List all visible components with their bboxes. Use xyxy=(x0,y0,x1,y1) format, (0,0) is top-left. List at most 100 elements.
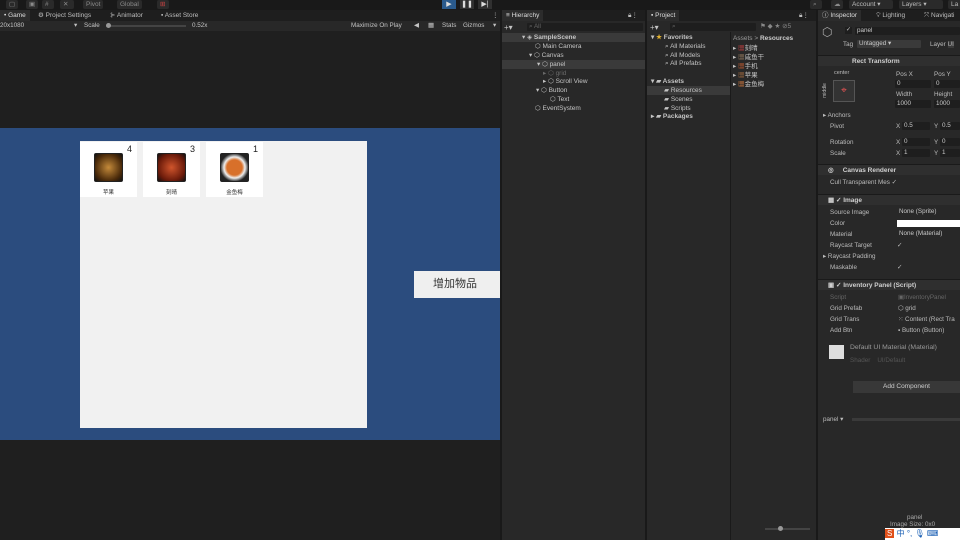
asset-file[interactable]: ▸ ▦刻晴 xyxy=(733,44,758,53)
tab-navigation[interactable]: ⤧ Navigati xyxy=(920,10,959,21)
hierarchy-item-text[interactable]: ⬡ Text xyxy=(550,95,569,104)
layers-dropdown[interactable]: Layers ▾ xyxy=(899,0,943,9)
hierarchy-item-eventsystem[interactable]: ⬡ EventSystem xyxy=(535,104,581,113)
asset-file[interactable]: ▸ ▦金鱼梅 xyxy=(733,80,764,89)
add-object-button[interactable]: +▾ xyxy=(504,23,513,32)
ime-mode[interactable]: 中 xyxy=(897,529,905,538)
project-search[interactable]: ⌕ xyxy=(670,23,756,31)
material-field[interactable]: None (Material) xyxy=(897,230,960,238)
pause-button[interactable]: ❚❚ xyxy=(460,0,474,9)
slider-handle[interactable] xyxy=(778,526,783,531)
tab-lighting[interactable]: 💡︎ Lighting xyxy=(872,10,909,21)
asset-file[interactable]: ▸ ▦苹果 xyxy=(733,71,758,80)
assets-folder[interactable]: ▾ ▰ Assets xyxy=(651,77,684,86)
hierarchy-search[interactable]: ⌕ All xyxy=(527,23,643,31)
lock-icon[interactable]: 🔒︎⋮ xyxy=(624,10,642,21)
preview-dropdown[interactable]: panel ▾ xyxy=(823,415,843,424)
inventory-slot[interactable]: 3 刻晴 xyxy=(143,142,200,197)
favorites-folder[interactable]: ▾ ★ Favorites xyxy=(651,33,693,42)
layer-dropdown[interactable]: UI xyxy=(947,41,954,48)
scale-slider-handle[interactable] xyxy=(106,23,111,28)
hierarchy-item-button[interactable]: ▾ ⬡ Button xyxy=(536,86,567,95)
breadcrumb-assets[interactable]: Assets xyxy=(733,35,753,42)
raycast-target-checkbox[interactable]: ✓ xyxy=(897,241,902,250)
add-component-button[interactable]: Add Component xyxy=(853,381,960,393)
chevron-down-icon[interactable]: ▾ xyxy=(493,21,496,31)
scale-x-field[interactable]: 1 xyxy=(902,149,930,157)
punctuation-icon[interactable]: °, xyxy=(907,529,912,538)
cull-transparent-toggle[interactable]: Cull Transparent Mes ✓ xyxy=(830,178,897,187)
hierarchy-item-canvas[interactable]: ▾ ⬡ Canvas xyxy=(529,51,564,60)
breadcrumb-resources[interactable]: Resources xyxy=(760,35,793,42)
resolution-dropdown[interactable]: 20x1080 xyxy=(0,21,24,31)
snap-icon[interactable]: ⊞ xyxy=(157,0,169,9)
lock-icon[interactable]: 🔒︎⋮ xyxy=(795,10,813,21)
active-checkbox[interactable]: ✓ xyxy=(845,27,852,34)
shader-dropdown[interactable]: UI/Default xyxy=(877,357,905,364)
source-image-field[interactable]: None (Sprite) xyxy=(897,208,960,216)
ime-toolbar[interactable]: S 中 °, 🎙︎ ⌨ xyxy=(885,528,960,540)
hierarchy-item-main-camera[interactable]: ⬡ Main Camera xyxy=(535,42,582,51)
gizmos-button[interactable]: Gizmos xyxy=(463,21,484,31)
mute-icon[interactable]: ◀ xyxy=(414,21,419,31)
asset-file[interactable]: ▸ ▦咸鱼干 xyxy=(733,53,764,62)
microphone-icon[interactable]: 🎙︎ xyxy=(914,529,924,538)
favorite-all-prefabs[interactable]: ⌕ All Prefabs xyxy=(665,59,702,68)
posy-field[interactable]: 0 xyxy=(934,80,960,88)
stats-button[interactable]: Stats xyxy=(442,21,456,31)
add-item-button[interactable]: 增加物品 xyxy=(414,271,500,298)
packages-folder[interactable]: ▸ ▰ Packages xyxy=(651,112,693,121)
display-icon[interactable]: ▦ xyxy=(428,21,434,31)
inventory-slot[interactable]: 1 金鱼梅 xyxy=(206,142,263,197)
scale-y-field[interactable]: 1 xyxy=(940,149,960,157)
grid-prefab-field[interactable]: ⬡ grid xyxy=(898,304,916,313)
image-header[interactable]: ▦ ✓ Image xyxy=(818,194,960,205)
favorite-all-materials[interactable]: ⌕ All Materials xyxy=(665,42,706,51)
tab-hierarchy[interactable]: ≡ Hierarchy xyxy=(502,10,544,21)
grid-tool-icon[interactable]: # xyxy=(42,0,54,9)
maximize-on-play-toggle[interactable]: Maximize On Play xyxy=(351,21,402,31)
search-icon[interactable]: ⌕ xyxy=(810,0,822,9)
play-button[interactable]: ▶ xyxy=(442,0,456,9)
rotation-x-field[interactable]: 0 xyxy=(902,138,930,146)
folder-resources[interactable]: ▰ Resources xyxy=(647,86,730,95)
account-dropdown[interactable]: Account ▾ xyxy=(849,0,893,9)
global-button[interactable]: Global xyxy=(117,0,142,9)
tab-asset-store[interactable]: ▪ Asset Store xyxy=(157,10,202,21)
hierarchy-item-panel[interactable]: ▾ ⬡ panel xyxy=(502,60,645,69)
pivot-button[interactable]: Pivot xyxy=(83,0,104,9)
transform-tool-icon[interactable]: ▣ xyxy=(26,0,38,9)
pivot-x-field[interactable]: 0.5 xyxy=(902,122,930,130)
posx-field[interactable]: 0 xyxy=(895,80,931,88)
step-button[interactable]: ▶| xyxy=(478,0,492,9)
grid-trans-field[interactable]: ⁙ Content (Rect Tra xyxy=(898,315,955,324)
rect-transform-header[interactable]: Rect Transform xyxy=(818,55,960,66)
tab-inspector[interactable]: ⓘ Inspector xyxy=(818,10,862,21)
hierarchy-item-scroll-view[interactable]: ▸ ⬡ Scroll View xyxy=(543,77,588,86)
maskable-checkbox[interactable]: ✓ xyxy=(897,263,902,272)
tab-project-settings[interactable]: ⚙ Project Settings xyxy=(34,10,95,21)
pivot-y-field[interactable]: 0.5 xyxy=(940,122,960,130)
folder-scenes[interactable]: ▰ Scenes xyxy=(664,95,693,104)
raycast-padding-foldout[interactable]: ▸ Raycast Padding xyxy=(823,252,876,261)
canvas-renderer-header[interactable]: ◎ Canvas Renderer xyxy=(818,164,960,175)
rect-tool-icon[interactable]: ▢ xyxy=(6,0,18,9)
inventory-slot[interactable]: 4 苹果 xyxy=(80,142,137,197)
tab-animator[interactable]: ⊱ Animator xyxy=(106,10,147,21)
asset-file[interactable]: ▸ ▦手机 xyxy=(733,62,758,71)
anchor-presets-button[interactable]: ⌖ xyxy=(833,80,855,102)
preview-splitter[interactable] xyxy=(852,418,960,421)
color-swatch[interactable] xyxy=(897,220,960,227)
object-name-field[interactable]: panel xyxy=(855,27,960,35)
scale-slider[interactable] xyxy=(106,23,186,28)
rotation-y-field[interactable]: 0 xyxy=(940,138,960,146)
width-field[interactable]: 1000 xyxy=(895,100,931,108)
project-filter-icons[interactable]: ⚑ ◆ ★ ⊘5 xyxy=(760,22,791,30)
icon-size-slider[interactable] xyxy=(765,526,810,531)
tag-dropdown[interactable]: Untagged ▾ xyxy=(857,40,921,48)
inventory-panel-script-header[interactable]: ▣ ✓ Inventory Panel (Script) xyxy=(818,279,960,290)
material-title[interactable]: Default UI Material (Material) xyxy=(850,343,937,352)
height-field[interactable]: 1000 xyxy=(934,100,960,108)
create-asset-button[interactable]: +▾ xyxy=(650,23,659,32)
anchors-foldout[interactable]: ▸ Anchors xyxy=(823,111,851,120)
